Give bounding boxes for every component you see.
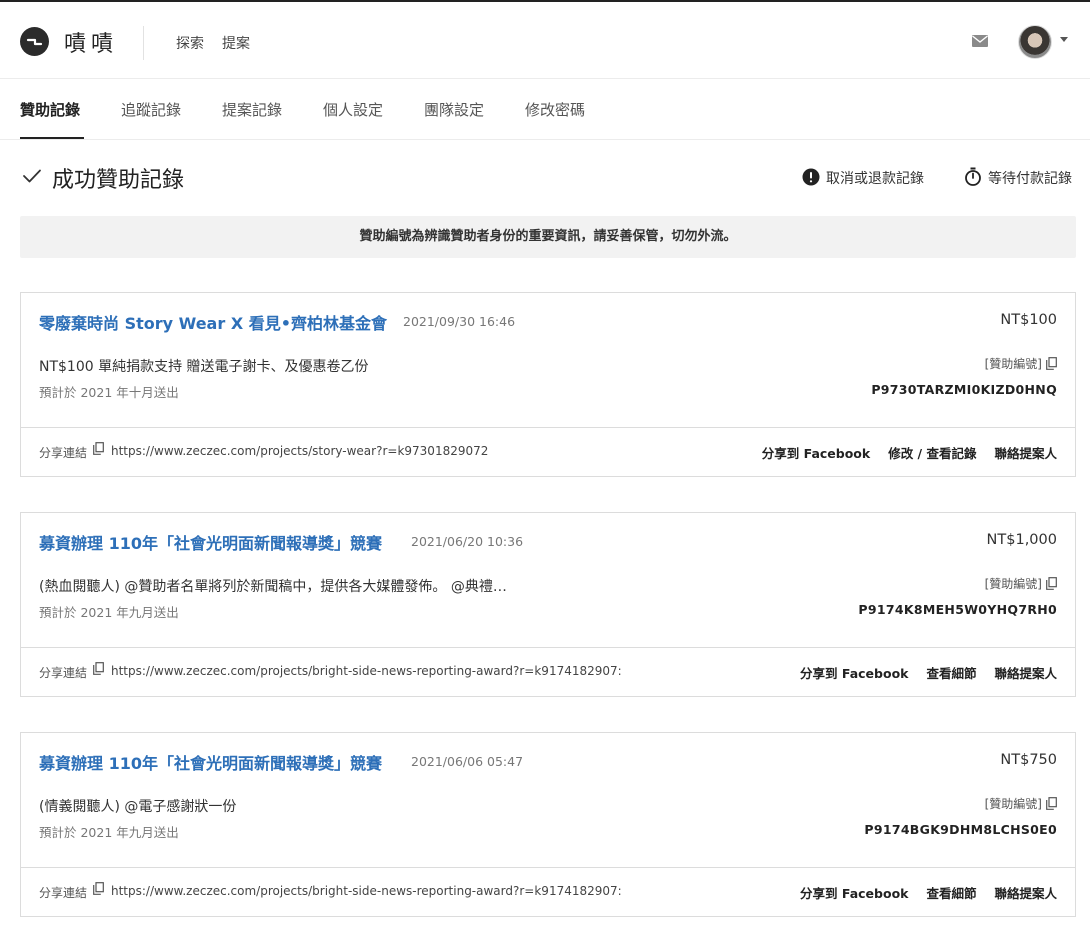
- user-avatar[interactable]: [1018, 25, 1052, 59]
- edit-view-record-button[interactable]: 修改 / 查看記錄: [888, 446, 976, 461]
- nav-divider: [143, 26, 144, 60]
- project-title-link[interactable]: 零廢棄時尚 Story Wear X 看見•齊柏林基金會: [39, 310, 387, 334]
- sponsor-date: 2021/06/20 10:36: [411, 534, 524, 549]
- tab-change-password[interactable]: 修改密碼: [525, 99, 585, 120]
- cancel-refund-label: 取消或退款記錄: [826, 171, 924, 187]
- pending-payment-label: 等待付款記錄: [988, 171, 1072, 187]
- nav-propose-link[interactable]: 提案: [222, 33, 250, 53]
- tab-team-settings[interactable]: 團隊設定: [424, 99, 484, 120]
- tab-sponsor-records[interactable]: 贊助記錄: [20, 99, 80, 120]
- card-footer: 分享連結 https://www.zeczec.com/projects/bri…: [21, 647, 1075, 696]
- sponsor-id-label-text: [贊助編號]: [984, 577, 1042, 591]
- estimated-shipping: 預計於 2021 年九月送出: [39, 605, 179, 620]
- share-link-label: 分享連結: [39, 446, 88, 460]
- share-facebook-button[interactable]: 分享到 Facebook: [800, 666, 908, 681]
- copy-icon[interactable]: [1046, 577, 1057, 590]
- sponsor-amount: NT$750: [1000, 752, 1057, 768]
- contact-proposer-button[interactable]: 聯絡提案人: [994, 666, 1057, 681]
- sponsor-amount: NT$1,000: [986, 532, 1057, 548]
- project-title-link[interactable]: 募資辦理 110年「社會光明面新聞報導獎」競賽: [39, 750, 382, 774]
- tab-follow-records[interactable]: 追蹤記錄: [121, 99, 181, 120]
- sponsor-id-notice: 贊助編號為辨識贊助者身份的重要資訊，請妥善保管，切勿外流。: [20, 216, 1076, 258]
- sponsor-amount: NT$100: [1000, 312, 1057, 328]
- logo-icon[interactable]: [20, 27, 49, 56]
- copy-icon[interactable]: [93, 442, 104, 455]
- sponsor-id-code: P9730TARZMI0KIZD0HNQ: [871, 382, 1057, 397]
- share-link-label: 分享連結: [39, 666, 88, 680]
- record-actions: 分享到 Facebook 修改 / 查看記錄 聯絡提案人: [744, 443, 1057, 462]
- record-actions: 分享到 Facebook 查看細節 聯絡提案人: [782, 663, 1057, 682]
- copy-icon[interactable]: [1046, 797, 1057, 810]
- nav-explore-link[interactable]: 探索: [176, 33, 204, 53]
- share-url[interactable]: https://www.zeczec.com/projects/bright-s…: [111, 884, 623, 898]
- sponsor-date: 2021/09/30 16:46: [403, 314, 516, 329]
- tab-proposal-records[interactable]: 提案記錄: [222, 99, 282, 120]
- sponsor-date: 2021/06/06 05:47: [411, 754, 524, 769]
- sponsor-id-label: [贊助編號]: [985, 575, 1057, 592]
- share-link-label: 分享連結: [39, 886, 88, 900]
- contact-proposer-button[interactable]: 聯絡提案人: [994, 446, 1057, 461]
- copy-icon[interactable]: [1046, 357, 1057, 370]
- reward-description: (熱血閱聽人) @贊助者名單將列於新聞稿中，提供各大媒體發佈。 @典禮…: [39, 579, 507, 595]
- share-facebook-button[interactable]: 分享到 Facebook: [762, 446, 870, 461]
- sponsor-id-code: P9174BGK9DHM8LCHS0E0: [864, 822, 1057, 837]
- page-title: 成功贊助記錄: [52, 168, 185, 193]
- top-header: 嘖嘖 探索 提案: [0, 0, 1090, 79]
- estimated-shipping: 預計於 2021 年十月送出: [39, 385, 179, 400]
- sponsor-id-label-text: [贊助編號]: [984, 797, 1042, 811]
- sponsor-record-card: 零廢棄時尚 Story Wear X 看見•齊柏林基金會 2021/09/30 …: [20, 292, 1076, 477]
- project-title-link[interactable]: 募資辦理 110年「社會光明面新聞報導獎」競賽: [39, 530, 382, 554]
- contact-proposer-button[interactable]: 聯絡提案人: [994, 886, 1057, 901]
- sponsor-record-card: 募資辦理 110年「社會光明面新聞報導獎」競賽 2021/06/20 10:36…: [20, 512, 1076, 697]
- active-tab-underline: [20, 137, 84, 139]
- share-url[interactable]: https://www.zeczec.com/projects/story-we…: [111, 444, 623, 458]
- reward-description: (情義閱聽人) @電子感謝狀一份: [39, 799, 237, 815]
- card-body: 零廢棄時尚 Story Wear X 看見•齊柏林基金會 2021/09/30 …: [21, 293, 1075, 427]
- stopwatch-icon: [965, 167, 981, 186]
- sponsor-id-label: [贊助編號]: [985, 355, 1057, 372]
- check-icon: [23, 169, 41, 183]
- card-body: 募資辦理 110年「社會光明面新聞報導獎」競賽 2021/06/06 05:47…: [21, 733, 1075, 867]
- sponsor-id-code: P9174K8MEH5W0YHQ7RH0: [858, 602, 1057, 617]
- sponsor-id-label: [贊助編號]: [985, 795, 1057, 812]
- card-body: 募資辦理 110年「社會光明面新聞報導獎」競賽 2021/06/20 10:36…: [21, 513, 1075, 647]
- card-footer: 分享連結 https://www.zeczec.com/projects/bri…: [21, 867, 1075, 916]
- copy-icon[interactable]: [93, 662, 104, 675]
- copy-icon[interactable]: [93, 882, 104, 895]
- sponsor-id-label-text: [贊助編號]: [984, 357, 1042, 371]
- share-url[interactable]: https://www.zeczec.com/projects/bright-s…: [111, 664, 623, 678]
- estimated-shipping: 預計於 2021 年九月送出: [39, 825, 179, 840]
- mail-icon[interactable]: [971, 34, 989, 48]
- logo-text[interactable]: 嘖嘖: [64, 26, 118, 58]
- share-facebook-button[interactable]: 分享到 Facebook: [800, 886, 908, 901]
- alert-circle-icon: [802, 168, 820, 186]
- view-details-button[interactable]: 查看細節: [926, 666, 976, 681]
- chevron-down-icon[interactable]: [1060, 37, 1068, 42]
- card-footer: 分享連結 https://www.zeczec.com/projects/sto…: [21, 427, 1075, 476]
- sponsor-record-card: 募資辦理 110年「社會光明面新聞報導獎」競賽 2021/06/06 05:47…: [20, 732, 1076, 917]
- tab-personal-settings[interactable]: 個人設定: [323, 99, 383, 120]
- reward-description: NT$100 單純捐款支持 贈送電子謝卡、及優惠卷乙份: [39, 359, 369, 375]
- record-actions: 分享到 Facebook 查看細節 聯絡提案人: [782, 883, 1057, 902]
- view-details-button[interactable]: 查看細節: [926, 886, 976, 901]
- account-tabs: 贊助記錄 追蹤記錄 提案記錄 個人設定 團隊設定 修改密碼: [0, 79, 1090, 140]
